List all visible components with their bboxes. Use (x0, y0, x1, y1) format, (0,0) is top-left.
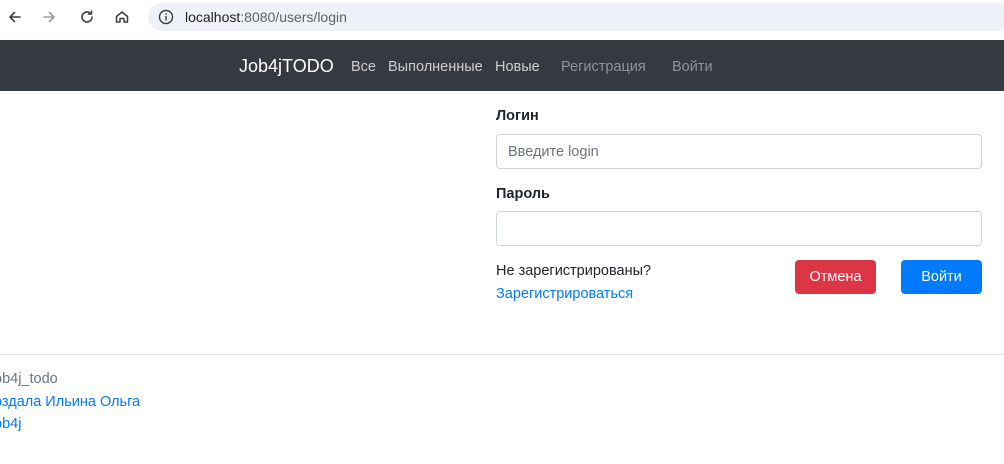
app-navbar: Job4jTODO Все Выполненные Новые Регистра… (0, 40, 1004, 91)
back-button[interactable] (1, 6, 29, 28)
home-icon (115, 11, 129, 23)
navbar-brand[interactable]: Job4jTODO (239, 56, 334, 77)
nav-link-all[interactable]: Все (351, 59, 376, 75)
login-input[interactable] (496, 134, 982, 169)
forward-button[interactable] (35, 6, 63, 28)
url-host: localhost (185, 9, 241, 25)
info-icon[interactable] (158, 9, 174, 25)
login-submit-button[interactable]: Войти (901, 260, 982, 294)
url-text: localhost:8080/users/login (185, 9, 347, 25)
footer-project-name: ob4j_todo (0, 371, 58, 387)
register-link[interactable]: Зарегистрироваться (496, 286, 633, 302)
arrow-right-icon (43, 11, 55, 23)
nav-link-register[interactable]: Регистрация (561, 59, 646, 75)
password-input[interactable] (496, 211, 982, 246)
footer-author-link[interactable]: оздала Ильина Ольга (0, 394, 140, 410)
reload-button[interactable] (73, 6, 101, 28)
arrow-left-icon (9, 11, 21, 23)
footer-divider (0, 354, 1004, 355)
address-bar[interactable]: localhost:8080/users/login (148, 3, 1004, 31)
nav-link-new[interactable]: Новые (495, 59, 540, 75)
not-registered-text: Не зарегистрированы? (496, 263, 652, 279)
browser-toolbar: localhost:8080/users/login (0, 0, 1004, 40)
cancel-button[interactable]: Отмена (795, 260, 876, 294)
footer-org-link[interactable]: ob4j (0, 416, 21, 432)
nav-link-login[interactable]: Войти (672, 59, 713, 75)
home-button[interactable] (108, 6, 136, 28)
reload-icon (81, 10, 93, 23)
login-label: Логин (496, 108, 539, 124)
nav-link-done[interactable]: Выполненные (388, 59, 483, 75)
password-label: Пароль (496, 186, 550, 202)
url-path: :8080/users/login (240, 9, 347, 25)
